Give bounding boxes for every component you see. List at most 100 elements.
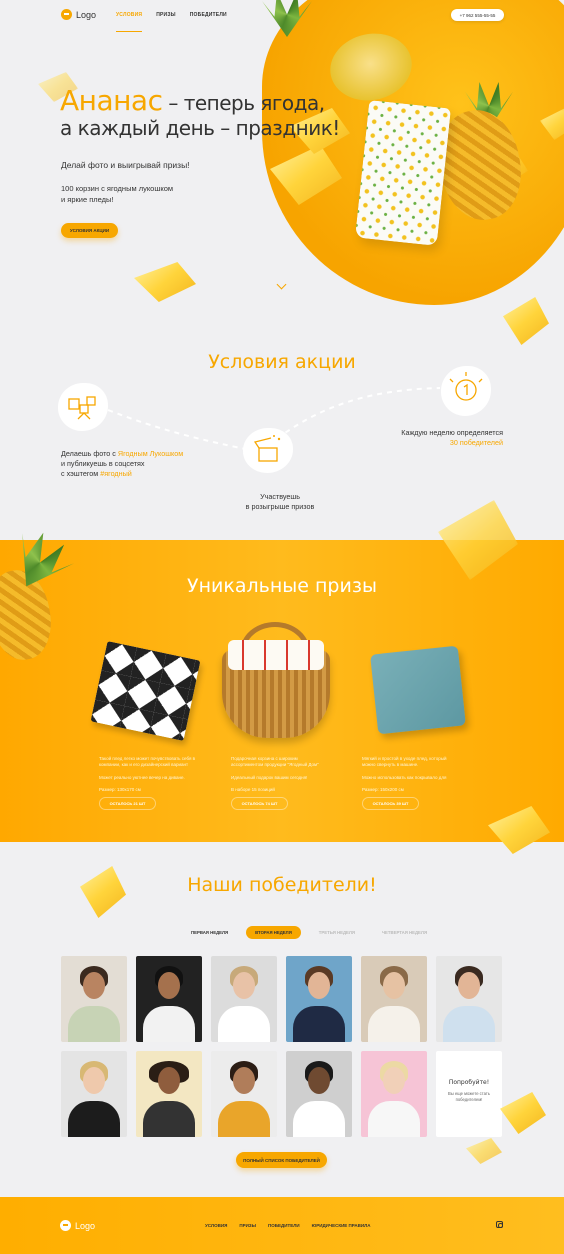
phone-button[interactable]: +7 962 555-55-55	[451, 9, 504, 21]
prize-desc-line: Идеальный подарок вашим сегодня!	[231, 774, 308, 780]
step3-blob	[441, 366, 491, 416]
hero-title-line-2: а каждый день – праздник!	[60, 116, 340, 140]
hero-subtitle: Делай фото и выигрывай призы!	[61, 160, 190, 170]
instagram-icon[interactable]	[496, 1221, 503, 1228]
winner-photo[interactable]	[211, 1051, 277, 1137]
prize-image-basket-goods	[228, 640, 324, 670]
winner-clothes	[218, 1006, 270, 1042]
winners-title: Наши победители!	[187, 874, 377, 896]
winner-face	[83, 1067, 105, 1094]
winner-face	[158, 972, 180, 999]
winner-face	[383, 1067, 405, 1094]
prize-size: Размер: 130х170 см	[99, 787, 141, 793]
nav-item-winners[interactable]: ПОБЕДИТЕЛИ	[190, 12, 227, 32]
winner-photo[interactable]	[286, 1051, 352, 1137]
winner-face	[233, 972, 255, 999]
pineapple-slice-decoration	[503, 297, 549, 345]
prize-desc-line: Такой плед легко может почувствовать себ…	[99, 756, 196, 761]
winner-clothes	[293, 1101, 345, 1137]
winner-photo[interactable]	[436, 956, 502, 1042]
footer-nav-conditions[interactable]: УСЛОВИЯ	[205, 1223, 227, 1228]
join-title: Попробуйте!	[448, 1079, 490, 1086]
winner-photo[interactable]	[136, 1051, 202, 1137]
winner-photo[interactable]	[361, 956, 427, 1042]
logo-icon	[61, 9, 72, 20]
prize-size: Размер: 150х200 см	[362, 787, 404, 793]
cup-image	[355, 100, 451, 246]
winner-photo[interactable]	[361, 1051, 427, 1137]
winner-photo[interactable]	[61, 956, 127, 1042]
winner-face	[83, 972, 105, 999]
step3-text: Каждую неделю определяется 30 победителе…	[360, 428, 503, 448]
winner-photo[interactable]	[211, 956, 277, 1042]
footer-nav-prizes[interactable]: ПРИЗЫ	[239, 1223, 256, 1228]
winner-face	[233, 1067, 255, 1094]
main-nav: УСЛОВИЯ ПРИЗЫ ПОБЕДИТЕЛИ	[116, 12, 227, 32]
logo[interactable]: Logo	[61, 9, 96, 20]
hero-desc-line: 100 корзин с ягодным лукошком	[61, 184, 174, 193]
prize-remaining-button[interactable]: ОСТАЛОСЬ 74 ШТ	[231, 797, 288, 810]
winner-photo[interactable]	[286, 956, 352, 1042]
first-place-icon	[449, 372, 483, 401]
prize-description: Мягкий и простой в уходе плед, который м…	[362, 756, 482, 793]
nav-item-prizes[interactable]: ПРИЗЫ	[156, 12, 176, 32]
step2-line1: Участвуешь	[260, 492, 300, 501]
winner-clothes	[143, 1006, 195, 1042]
pineapple-slice-decoration	[500, 1092, 546, 1134]
prize-image-plaid-blue	[370, 645, 466, 735]
logo-text: Logo	[76, 9, 97, 20]
step1-line3: с хэштегом	[61, 469, 101, 478]
winner-face	[158, 1067, 180, 1094]
step1-blob	[58, 383, 108, 431]
step2-text: Участвуешь в розыгрыше призов	[230, 492, 330, 512]
step1-text-pre: Делаешь фото с	[61, 449, 118, 458]
tab-week-1[interactable]: ПЕРВАЯ НЕДЕЛЯ	[182, 926, 237, 939]
winner-clothes	[143, 1101, 195, 1137]
winner-face	[383, 972, 405, 999]
winner-photo[interactable]	[61, 1051, 127, 1137]
winner-clothes	[293, 1006, 345, 1042]
full-winners-list-button[interactable]: ПОЛНЫЙ СПИСОК ПОБЕДИТЕЛЕЙ	[236, 1152, 327, 1168]
prize-desc-line: компании, как и его дизайнерский вариант	[99, 762, 189, 768]
photo-share-icon	[68, 396, 96, 420]
winner-clothes	[68, 1006, 120, 1042]
prize-size: В наборе 15 позиций	[231, 787, 275, 793]
step1-line2: и публикуешь в соцсетях	[61, 459, 145, 468]
hero-desc-line: и яркие пледы!	[61, 195, 114, 204]
footer-logo[interactable]: Logo	[60, 1220, 95, 1231]
prize-remaining-button[interactable]: ОСТАЛОСЬ 21 ШТ	[99, 797, 156, 810]
prize-desc-line: ассортиментом продукции "Ягодный Дом"	[231, 762, 319, 768]
join-card[interactable]: Попробуйте! Вы еще можете стать победите…	[436, 1051, 502, 1137]
hero-title-accent: Ананас	[60, 84, 163, 117]
tab-week-3[interactable]: ТРЕТЬЯ НЕДЕЛЯ	[310, 926, 364, 939]
tab-week-2[interactable]: ВТОРАЯ НЕДЕЛЯ	[246, 926, 301, 939]
gift-icon	[253, 435, 281, 462]
footer-logo-text: Logo	[75, 1220, 96, 1231]
winner-clothes	[68, 1101, 120, 1137]
winners-grid: Попробуйте! Вы еще можете стать победите…	[61, 956, 502, 1137]
winner-face	[308, 1067, 330, 1094]
tab-week-4[interactable]: ЧЕТВЕРТАЯ НЕДЕЛЯ	[373, 926, 436, 939]
footer-nav-winners[interactable]: ПОБЕДИТЕЛИ	[268, 1223, 300, 1228]
step1-text: Делаешь фото с Ягодным Лукошком и публик…	[61, 449, 211, 479]
winner-clothes	[368, 1006, 420, 1042]
prize-description: Такой плед легко может почувствовать себ…	[99, 756, 219, 793]
winner-clothes	[368, 1101, 420, 1137]
conditions-button[interactable]: УСЛОВИЯ АКЦИИ	[61, 223, 118, 238]
nav-item-conditions[interactable]: УСЛОВИЯ	[116, 12, 143, 32]
prize-desc-line: Может реально уютнее вечер на диване.	[99, 774, 185, 780]
winner-photo[interactable]	[136, 956, 202, 1042]
winner-face	[458, 972, 480, 999]
hero-description: 100 корзин с ягодным лукошком и яркие пл…	[61, 183, 211, 205]
prize-remaining-button[interactable]: ОСТАЛОСЬ 39 ШТ	[362, 797, 419, 810]
prize-desc-line: Подарочная корзина с широким	[231, 756, 298, 761]
footer-nav-legal[interactable]: ЮРИДИЧЕСКИЕ ПРАВИЛА	[312, 1223, 371, 1228]
hashtag: #ягодный	[100, 469, 132, 478]
hero-title-rest: – теперь ягода,	[162, 91, 325, 115]
page: Logo УСЛОВИЯ ПРИЗЫ ПОБЕДИТЕЛИ +7 962 555…	[0, 0, 564, 1254]
scroll-down-icon[interactable]	[276, 279, 287, 290]
step3-line2: 30 победителей	[449, 438, 503, 447]
step2-line2: в розыгрыше призов	[245, 502, 315, 511]
brand-name: Ягодным Лукошком	[117, 449, 184, 458]
week-tabs: ПЕРВАЯ НЕДЕЛЯ ВТОРАЯ НЕДЕЛЯ ТРЕТЬЯ НЕДЕЛ…	[182, 926, 436, 939]
